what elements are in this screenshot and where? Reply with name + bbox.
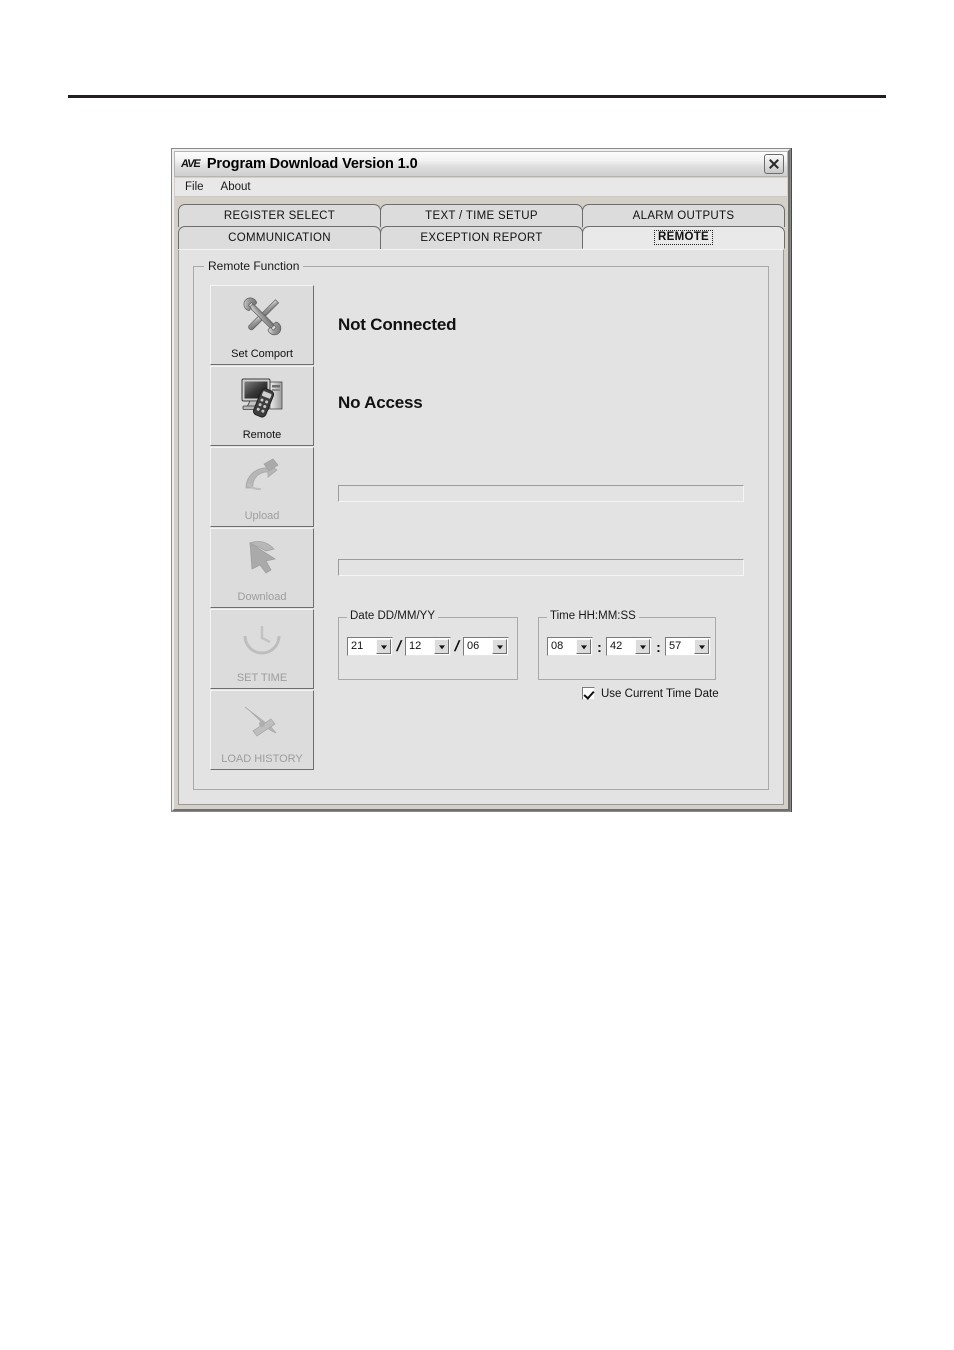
date-day-dropdown[interactable]: 21 (347, 637, 393, 656)
time-minute-value: 42 (610, 640, 623, 652)
tab-page-remote: Remote Function Set Comport Remote Uploa… (178, 249, 784, 805)
download-label: Download (237, 591, 287, 603)
history-icon (237, 697, 287, 745)
set-time-button[interactable]: SET TIME (210, 609, 314, 689)
tab-label: REGISTER SELECT (223, 210, 336, 222)
chevron-down-icon (635, 639, 650, 654)
menu-item-about[interactable]: About (214, 180, 258, 194)
progress-bar-secondary (338, 559, 744, 576)
upload-hand-icon (237, 454, 287, 502)
chevron-down-icon (434, 639, 449, 654)
remote-button[interactable]: Remote (210, 366, 314, 446)
application-window: AVE Program Download Version 1.0 File Ab… (171, 148, 791, 812)
tools-icon (237, 292, 287, 340)
time-second-dropdown[interactable]: 57 (665, 637, 711, 656)
tab-label: TEXT / TIME SETUP (425, 210, 538, 222)
window-title: Program Download Version 1.0 (206, 156, 418, 172)
document-page: AVE Program Download Version 1.0 File Ab… (0, 0, 954, 1350)
tab-label: EXCEPTION REPORT (420, 232, 543, 244)
set-comport-button[interactable]: Set Comport (210, 285, 314, 365)
tab-alarm-outputs[interactable]: ALARM OUTPUTS (582, 204, 785, 227)
use-current-time-date-checkbox[interactable] (582, 687, 595, 700)
upload-button[interactable]: Upload (210, 447, 314, 527)
remote-button-label: Remote (242, 429, 282, 441)
menu-item-file[interactable]: File (178, 180, 211, 194)
access-status-text: No Access (338, 393, 423, 412)
upload-label: Upload (244, 510, 280, 522)
tab-exception-report[interactable]: EXCEPTION REPORT (380, 226, 583, 249)
date-month-value: 12 (409, 640, 422, 652)
ave-logo-icon: AVE (180, 158, 201, 170)
time-separator: : (656, 638, 661, 655)
time-hour-dropdown[interactable]: 08 (547, 637, 593, 656)
date-day-value: 21 (351, 640, 364, 652)
tab-label: ALARM OUTPUTS (632, 210, 735, 222)
date-group: Date DD/MM/YY 21 / 12 / 06 (338, 610, 518, 680)
time-second-value: 57 (669, 640, 682, 652)
tab-row-top: REGISTER SELECT TEXT / TIME SETUP ALARM … (178, 204, 785, 227)
date-month-dropdown[interactable]: 12 (405, 637, 451, 656)
set-time-label: SET TIME (236, 672, 288, 684)
time-hour-value: 08 (551, 640, 564, 652)
title-bar: AVE Program Download Version 1.0 (174, 151, 788, 177)
tab-text-time-setup[interactable]: TEXT / TIME SETUP (380, 204, 583, 227)
load-history-label: LOAD HISTORY (221, 753, 303, 765)
monitor-remote-icon (237, 373, 287, 421)
use-current-time-date-checkbox-row[interactable]: Use Current Time Date (582, 687, 719, 700)
document-header-rule (68, 95, 886, 98)
tab-register-select[interactable]: REGISTER SELECT (178, 204, 381, 227)
load-history-button[interactable]: LOAD HISTORY (210, 690, 314, 770)
chevron-down-icon (376, 639, 391, 654)
progress-bar-primary (338, 485, 744, 502)
time-group-title: Time HH:MM:SS (547, 610, 639, 622)
time-separator: : (597, 638, 602, 655)
remote-button-column: Set Comport Remote Upload Download SET T… (210, 285, 314, 771)
time-group: Time HH:MM:SS 08 : 42 : 57 (538, 610, 716, 680)
use-current-time-date-label: Use Current Time Date (601, 687, 719, 700)
date-group-title: Date DD/MM/YY (347, 610, 438, 622)
date-year-value: 06 (467, 640, 480, 652)
tab-row-bottom: COMMUNICATION EXCEPTION REPORT REMOTE (178, 226, 785, 249)
remote-function-group: Remote Function Set Comport Remote Uploa… (193, 259, 769, 790)
download-button[interactable]: Download (210, 528, 314, 608)
tab-remote[interactable]: REMOTE (582, 226, 785, 249)
tab-label: REMOTE (654, 230, 713, 245)
tab-communication[interactable]: COMMUNICATION (178, 226, 381, 249)
time-minute-dropdown[interactable]: 42 (606, 637, 652, 656)
remote-function-group-title: Remote Function (204, 259, 304, 273)
chevron-down-icon (576, 639, 591, 654)
set-comport-label: Set Comport (231, 348, 293, 360)
download-hand-icon (237, 535, 287, 583)
date-year-dropdown[interactable]: 06 (463, 637, 509, 656)
menu-bar: File About (175, 178, 787, 197)
tab-strip: REGISTER SELECT TEXT / TIME SETUP ALARM … (178, 204, 785, 250)
tab-label: COMMUNICATION (228, 232, 331, 244)
chevron-down-icon (492, 639, 507, 654)
close-icon[interactable] (764, 154, 784, 174)
date-field-row: 21 / 12 / 06 (347, 637, 509, 656)
connection-status-text: Not Connected (338, 315, 457, 334)
time-field-row: 08 : 42 : 57 (547, 637, 711, 656)
clock-icon (237, 616, 287, 664)
chevron-down-icon (694, 639, 709, 654)
